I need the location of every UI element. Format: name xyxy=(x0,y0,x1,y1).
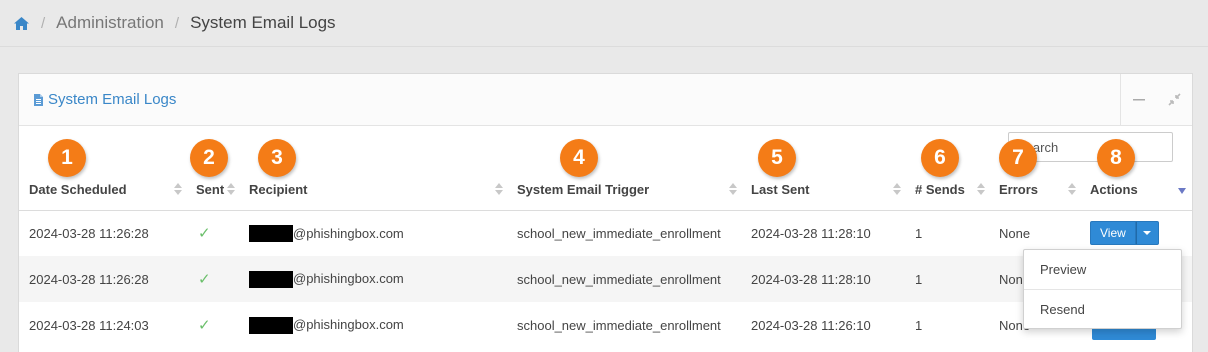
redacted-block xyxy=(249,224,293,242)
cell-recipient: @phishingbox.com xyxy=(239,302,507,348)
sent-check-icon: ✓ xyxy=(198,317,211,334)
email-logs-table: Date Scheduled Sent Recipient System Ema… xyxy=(19,170,1192,348)
column-label: Sent xyxy=(196,182,225,198)
column-trigger[interactable]: System Email Trigger xyxy=(507,170,741,210)
column-label: Recipient xyxy=(249,182,308,198)
breadcrumb-current: System Email Logs xyxy=(190,13,336,32)
cell-trigger: school_new_immediate_enrollment xyxy=(517,271,721,287)
sort-descending-icon xyxy=(1178,188,1186,194)
cell-sends: 1 xyxy=(915,271,923,287)
cell-date-scheduled: 2024-03-28 11:26:28 xyxy=(29,271,149,287)
panel-header: System Email Logs xyxy=(19,74,1192,126)
panel-title: System Email Logs xyxy=(33,91,176,108)
cell-date-scheduled: 2024-03-28 11:26:28 xyxy=(29,225,149,241)
column-date-scheduled[interactable]: Date Scheduled xyxy=(19,170,186,210)
annotation-badge: 4 xyxy=(560,139,598,177)
breadcrumb: / Administration / System Email Logs xyxy=(0,0,1208,47)
column-label: Last Sent xyxy=(751,182,810,198)
column-label: # Sends xyxy=(915,182,965,198)
cell-last-sent: 2024-03-28 11:28:10 xyxy=(751,225,871,241)
cell-recipient: @phishingbox.com xyxy=(239,210,507,256)
actions-dropdown-menu: Preview Resend xyxy=(1023,249,1182,329)
sent-check-icon: ✓ xyxy=(198,271,211,288)
annotation-badge: 2 xyxy=(190,139,228,177)
annotation-badge: 7 xyxy=(999,139,1037,177)
table-row: 2024-03-28 11:24:03 ✓ @phishingbox.com s… xyxy=(19,302,1192,348)
breadcrumb-separator: / xyxy=(174,14,180,32)
annotation-badge: 1 xyxy=(48,139,86,177)
redacted-block xyxy=(249,316,293,334)
dropdown-item-resend[interactable]: Resend xyxy=(1024,290,1181,329)
sort-icon xyxy=(977,183,985,197)
annotation-badge: 6 xyxy=(921,139,959,177)
sort-icon xyxy=(1068,183,1076,197)
home-icon[interactable] xyxy=(12,14,30,32)
cell-last-sent: 2024-03-28 11:26:10 xyxy=(751,317,871,333)
dropdown-item-preview[interactable]: Preview xyxy=(1024,250,1181,289)
column-label: System Email Trigger xyxy=(517,182,650,198)
sort-icon xyxy=(893,183,901,197)
column-last-sent[interactable]: Last Sent xyxy=(741,170,905,210)
panel-title-text: System Email Logs xyxy=(48,91,177,108)
annotation-badge: 5 xyxy=(758,139,796,177)
sent-check-icon: ✓ xyxy=(198,225,211,243)
view-button-group: View xyxy=(1090,221,1159,246)
cell-recipient: @phishingbox.com xyxy=(239,256,507,302)
sort-icon xyxy=(729,183,737,197)
breadcrumb-separator: / xyxy=(41,14,46,32)
annotation-badge: 3 xyxy=(258,139,296,177)
email-logs-panel: System Email Logs Date Scheduled Sent Re… xyxy=(18,73,1193,352)
actions-dropdown-toggle[interactable] xyxy=(1135,221,1159,246)
cell-sends: 1 xyxy=(915,317,923,333)
table-row: 2024-03-28 11:26:28 ✓ @phishingbox.com s… xyxy=(19,210,1192,256)
panel-tools xyxy=(1120,74,1192,125)
recipient-domain: @phishingbox.com xyxy=(293,225,404,241)
caret-down-icon xyxy=(1143,231,1152,236)
annotation-badge: 8 xyxy=(1097,139,1135,177)
column-sends[interactable]: # Sends xyxy=(905,170,989,210)
sort-icon xyxy=(495,183,503,197)
column-label: Errors xyxy=(999,182,1039,198)
breadcrumb-administration[interactable]: Administration xyxy=(56,13,164,33)
minimize-icon[interactable] xyxy=(1130,91,1148,109)
cell-last-sent: 2024-03-28 11:28:10 xyxy=(751,271,871,287)
recipient-domain: @phishingbox.com xyxy=(293,317,404,333)
table-row: 2024-03-28 11:26:28 ✓ @phishingbox.com s… xyxy=(19,256,1192,302)
cell-trigger: school_new_immediate_enrollment xyxy=(517,225,721,241)
sort-icon xyxy=(174,183,182,197)
document-icon xyxy=(33,93,44,107)
cell-trigger: school_new_immediate_enrollment xyxy=(517,317,721,333)
compress-icon[interactable] xyxy=(1165,91,1183,109)
cell-sends: 1 xyxy=(915,225,923,241)
cell-date-scheduled: 2024-03-28 11:24:03 xyxy=(29,317,149,333)
view-button[interactable]: View xyxy=(1090,221,1136,246)
recipient-domain: @phishingbox.com xyxy=(293,271,404,287)
column-actions[interactable]: Actions xyxy=(1080,170,1192,210)
column-label: Actions xyxy=(1090,182,1138,198)
redacted-block xyxy=(249,270,293,288)
column-label: Date Scheduled xyxy=(29,182,127,198)
column-errors[interactable]: Errors xyxy=(989,170,1080,210)
sort-icon xyxy=(227,183,235,197)
